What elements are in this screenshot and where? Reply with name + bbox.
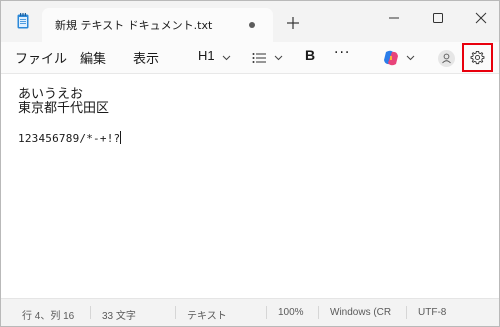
chevron-down-icon[interactable]	[406, 55, 415, 61]
status-mode[interactable]: テキスト	[187, 307, 227, 322]
settings-button[interactable]	[462, 43, 493, 72]
status-zoom[interactable]: 100%	[278, 307, 304, 318]
more-button[interactable]: ···	[334, 45, 350, 61]
plus-icon[interactable]	[285, 15, 301, 31]
editor-line: 123456789/*-+!?	[18, 131, 122, 146]
notepad-app-icon	[17, 13, 29, 29]
status-divider	[90, 306, 91, 319]
status-bar: 行 4、列 16 33 文字 テキスト 100% Windows (CR UTF…	[1, 298, 499, 326]
status-divider	[318, 306, 319, 319]
maximize-icon[interactable]	[426, 8, 450, 28]
bold-button[interactable]: B	[305, 47, 315, 63]
editor-line: 東京都千代田区	[18, 101, 110, 116]
status-position: 行 4、列 16	[22, 311, 75, 322]
chevron-down-icon[interactable]	[274, 55, 283, 61]
menu-view[interactable]: 表示	[133, 48, 159, 67]
close-icon[interactable]	[469, 8, 493, 28]
minimize-icon[interactable]	[382, 8, 406, 28]
status-encoding[interactable]: UTF-8	[418, 307, 446, 318]
list-icon[interactable]	[252, 52, 266, 64]
status-line-ending[interactable]: Windows (CR	[330, 307, 391, 318]
menu-edit[interactable]: 編集	[80, 48, 106, 67]
chevron-down-icon[interactable]	[222, 55, 231, 61]
text-editor[interactable]: あいうえお 東京都千代田区 123456789/*-+!?	[1, 75, 499, 295]
status-divider	[266, 306, 267, 319]
status-divider	[406, 306, 407, 319]
text-caret	[120, 131, 122, 144]
gear-icon	[470, 50, 485, 65]
heading-button[interactable]: H1	[198, 48, 215, 63]
avatar[interactable]	[438, 50, 455, 67]
title-bar: 新規 テキスト ドキュメント.txt	[1, 1, 499, 42]
editor-line: あいうえお	[18, 87, 84, 102]
avatar-icon	[442, 53, 451, 64]
status-divider	[175, 306, 176, 319]
unsaved-dot-icon[interactable]	[249, 22, 255, 28]
editor-line-text: 123456789/*-+!?	[18, 132, 121, 145]
menu-file[interactable]: ファイル	[15, 48, 67, 67]
menu-bar: ファイル 編集 表示 H1 B ···	[1, 42, 499, 74]
notepad-window: 新規 テキスト ドキュメント.txt ファイル 編集 表示 H1 B ··· あ…	[0, 0, 500, 327]
status-char-count: 33 文字	[102, 311, 136, 322]
document-tab[interactable]: 新規 テキスト ドキュメント.txt	[42, 8, 273, 42]
copilot-icon[interactable]	[382, 49, 400, 67]
tab-title: 新規 テキスト ドキュメント.txt	[55, 19, 213, 32]
